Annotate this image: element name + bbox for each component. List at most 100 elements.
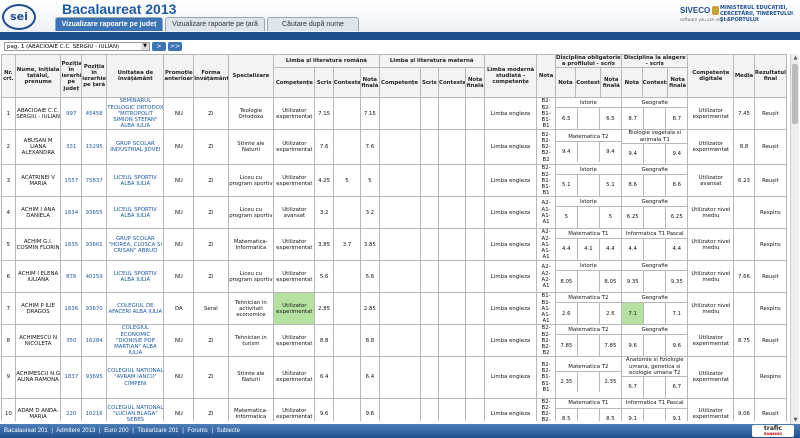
disc-contestatie	[577, 141, 600, 163]
footer-link-bac[interactable]: Bacalaureat 201	[4, 428, 48, 434]
ministry-crest-icon	[712, 6, 719, 15]
cell-pt[interactable]: 93695	[81, 356, 108, 399]
cell-spec: Tehnician in turism	[227, 324, 275, 358]
siveco-logo[interactable]: SIVECO	[680, 6, 710, 15]
table-row: 10 ADAM D ANDA-MARIA 220 10216 COLEGIUL NATI…	[1, 397, 788, 421]
cell-med: 7.45	[733, 97, 755, 131]
cell-unit[interactable]: LICEUL SPORTIV ALBA IULIA	[106, 164, 165, 198]
cell-pj[interactable]: 331	[60, 129, 83, 166]
disc-contestatie	[643, 143, 667, 164]
tab-cautare[interactable]: Căutare după nume	[267, 17, 359, 31]
cell-spec: Teologie Ortodoxa	[227, 97, 275, 131]
cell-unit[interactable]: LICEUL SPORTIV ALBA IULIA	[106, 260, 165, 294]
tab-judet[interactable]: Vizualizare rapoarte pe județ	[55, 17, 163, 31]
cell-pt[interactable]: 16284	[81, 324, 108, 358]
cell-pt[interactable]: 45458	[81, 97, 108, 131]
tab-tara[interactable]: Vizualizare rapoarte pe țară	[165, 17, 265, 31]
page-select[interactable]: pag. 1 (ABACIOAIE C.C. SERGIU - IULIAN) ▼	[4, 42, 150, 51]
table-row: 7 ACHIM P ILIE DRAGOS 1836 93670 COLEGIUL DE…	[1, 292, 788, 326]
col-lm-scris: Scris	[419, 67, 440, 99]
cell-pt[interactable]: 93661	[81, 228, 108, 262]
cell-disc-dn: Matematica T2 2.6 2.6	[554, 292, 623, 326]
footer-sep: |	[98, 428, 101, 434]
cell-lmod: Limba engleza	[483, 97, 538, 131]
col-disc-alegere: Disciplina la alegere - scris	[621, 54, 689, 69]
cell-pt[interactable]: 75837	[81, 164, 108, 198]
disc-nota-finala: 9.4	[672, 150, 682, 157]
disc-name: Istorie	[556, 98, 621, 109]
scroll-up-icon[interactable]: ▲	[791, 54, 800, 62]
chevron-down-icon[interactable]: ▼	[141, 43, 149, 50]
page-select-value: pag. 1 (ABACIOAIE C.C. SERGIU - IULIAN)	[7, 44, 120, 50]
cell-pj[interactable]: 1834	[60, 196, 83, 230]
col-limba-romana: Limba și literatura română	[273, 54, 380, 69]
disc-nota: 4.4	[556, 238, 578, 260]
cell-pt[interactable]: 15295	[81, 129, 108, 166]
cell-lrs: 5.6	[314, 260, 334, 294]
footer-link-subiecte[interactable]: Subiecte	[217, 428, 240, 434]
cell-pt[interactable]: 93670	[81, 292, 108, 326]
cell-lrcont	[332, 196, 362, 230]
cell-unit[interactable]: COLEGIUL ECONOMIC "DIONISIE POP MARTIAN"…	[106, 324, 165, 358]
cell-nume: ACHIMESCU N NICOLETA	[14, 324, 62, 358]
col-poz-judet: Poziția în ierarhie pe județ	[60, 54, 83, 99]
next-page-button[interactable]: >	[152, 42, 166, 51]
scroll-down-icon[interactable]: ▼	[791, 416, 800, 424]
footer-link-titularizare[interactable]: Titularizare 201	[137, 428, 178, 434]
cell-pj[interactable]: 997	[60, 97, 83, 131]
cell-pt[interactable]: 40259	[81, 260, 108, 294]
cell-lm-scris	[419, 324, 440, 358]
cell-unit[interactable]: GRUP SCOLAR "HOREA, CLOSCA SI CRISAN" AB…	[106, 228, 165, 262]
footer-link-euro[interactable]: Euro 200	[104, 428, 128, 434]
cell-lrf: 6.4	[360, 356, 380, 399]
vertical-scrollbar[interactable]: ▲ ▼	[790, 54, 799, 424]
cell-rez: Respins	[753, 356, 788, 399]
disc-nota-finala: 6.7	[672, 384, 682, 391]
ministry-name: MINISTERUL EDUCAȚIEI, CERCETĂRII, TINERE…	[720, 5, 794, 23]
cell-pt[interactable]: 93655	[81, 196, 108, 230]
cell-pj[interactable]: 350	[60, 324, 83, 358]
cell-lm-comp	[378, 97, 421, 131]
footer-sep: |	[182, 428, 184, 434]
cell-pj[interactable]: 876	[60, 260, 83, 294]
cell-unit[interactable]: COLEGIUL NATIONAL "AVRAM IANCU" CIMPENI	[106, 356, 165, 399]
col-nota-lm: Nota	[536, 54, 556, 99]
cell-lmn: B2- B2- B2- B2- B2	[536, 397, 556, 421]
cell-med: 7.66	[733, 260, 755, 294]
sei-logo[interactable]: sei	[2, 4, 36, 30]
last-page-button[interactable]: >>	[168, 42, 182, 51]
disc-nota: 8.5	[556, 408, 578, 421]
cell-cd: Utilizator nivel mediu	[687, 260, 735, 294]
cell-spec: Liceu cu program sportiv	[227, 260, 275, 294]
cell-unit[interactable]: COLEGIUL NATIONAL "LUCIAN BLAGA" SEBES	[106, 397, 165, 421]
footer-link-forums[interactable]: Forums	[187, 428, 207, 434]
cell-unit[interactable]: GRUP SCOLAR INDUSTRIAL JIDVEI	[106, 129, 165, 166]
results-table-container: Nr. crt. Nume, inițiala tatălui, prenume…	[1, 54, 789, 421]
cell-pj[interactable]: 1837	[60, 356, 83, 399]
cell-lm-final	[465, 260, 485, 294]
disc-contestatie	[643, 238, 667, 260]
cell-lrcont	[332, 129, 362, 166]
footer-link-admitere[interactable]: Admitere 2013	[56, 428, 95, 434]
cell-unit[interactable]: LICEUL SPORTIV ALBA IULIA	[106, 196, 165, 230]
disc-name: Matematica T2	[556, 362, 621, 372]
cell-pj[interactable]: 1557	[60, 164, 83, 198]
cell-unit[interactable]: COLEGIUL DE AFACERI ALBA IULIA	[106, 292, 165, 326]
scrollbar-thumb[interactable]	[792, 64, 798, 124]
cell-pj[interactable]: 1836	[60, 292, 83, 326]
cell-pj[interactable]: 1835	[60, 228, 83, 262]
cell-lm-final	[465, 97, 485, 131]
col-dob-contestatie: Contestație	[575, 67, 602, 99]
cell-pt[interactable]: 10216	[81, 397, 108, 421]
cell-prom: NU	[163, 97, 195, 131]
trafic-badge[interactable]: trafic RANKING	[752, 425, 794, 437]
disc-nota: 6.5	[556, 107, 578, 129]
disc-name: Geografie	[622, 293, 687, 304]
cell-unit[interactable]: SEMINARUL TEOLOGIC ORTODOX "MITROPOLIT S…	[106, 97, 165, 131]
cell-lm-final	[465, 196, 485, 230]
cell-cd: Utilizator experimentat	[687, 397, 735, 421]
cell-lm-scris	[419, 397, 440, 421]
cell-forma: Zi	[193, 324, 229, 358]
cell-pj[interactable]: 220	[60, 397, 83, 421]
cell-lmn: B2- B2- B1- B1- B1	[536, 164, 556, 198]
